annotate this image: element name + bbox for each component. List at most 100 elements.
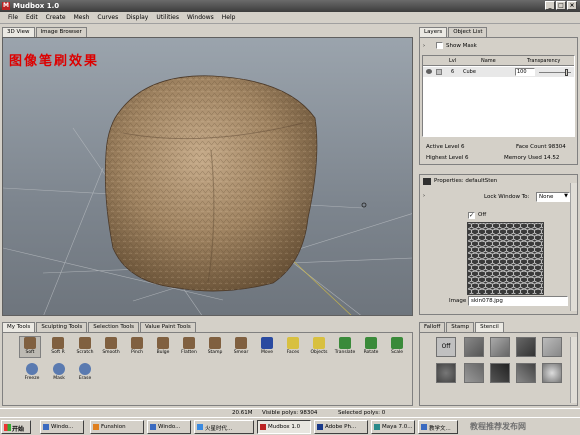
stencil-thumb[interactable] — [516, 363, 536, 383]
transparency-input[interactable]: 100 — [515, 68, 535, 76]
expand-arrow-icon[interactable]: › — [423, 43, 425, 49]
lock-window-label: Lock Window To: — [484, 194, 530, 200]
taskbar-item[interactable]: 教学文... — [418, 420, 458, 434]
funshion-icon — [93, 424, 99, 430]
tool-label: Smooth — [102, 350, 120, 355]
row-name[interactable]: Cube — [463, 69, 476, 75]
close-button[interactable]: × — [567, 1, 577, 10]
properties-scrollbar[interactable] — [570, 183, 577, 311]
layers-table-header: Lvl Name Transparency — [423, 56, 574, 66]
freeze-icon — [26, 363, 38, 375]
image-path-field[interactable]: skin078.jpg — [468, 296, 568, 306]
viewport-3d[interactable]: 图像笔刷效果 — [2, 37, 413, 316]
menu-create[interactable]: Create — [42, 12, 70, 23]
menu-help[interactable]: Help — [218, 12, 240, 23]
start-button[interactable]: 开始 — [1, 420, 31, 434]
tool-translate[interactable]: Translate — [334, 337, 356, 355]
tool-flatten[interactable]: Flatten — [178, 337, 200, 355]
tool-stamp[interactable]: Stamp — [204, 337, 226, 355]
stencil-thumb[interactable] — [516, 337, 536, 357]
minimize-button[interactable]: _ — [545, 1, 555, 10]
properties-panel: Properties: defaultSten › Lock Window To… — [419, 174, 578, 315]
menu-edit[interactable]: Edit — [22, 12, 42, 23]
show-mask-checkbox[interactable] — [436, 42, 443, 49]
tab-layers[interactable]: Layers — [419, 27, 448, 37]
tool-pinch[interactable]: Pinch — [126, 337, 148, 355]
taskbar-item[interactable]: 火星时代... — [194, 420, 254, 434]
stencil-thumb[interactable] — [542, 363, 562, 383]
title-bar: M Mudbox 1.0 _ □ × — [0, 0, 580, 12]
collapse-arrow-icon[interactable]: › — [423, 193, 425, 199]
taskbar-item[interactable]: Windo... — [40, 420, 84, 434]
stencil-scrollbar[interactable] — [570, 337, 577, 403]
tab-stencil[interactable]: Stencil — [475, 322, 504, 332]
tool-smear[interactable]: Smear — [230, 337, 252, 355]
menu-display[interactable]: Display — [122, 12, 152, 23]
highest-level: Highest Level 6 — [426, 155, 469, 161]
lock-window-dropdown[interactable]: None ▼ — [536, 192, 570, 202]
menu-utilities[interactable]: Utilities — [152, 12, 183, 23]
menu-windows[interactable]: Windows — [183, 12, 218, 23]
table-row[interactable]: 6 Cube 100 — [423, 67, 574, 77]
move-icon — [261, 337, 273, 349]
tool-label: Soft R — [51, 350, 65, 355]
tool-freeze[interactable]: Freeze — [21, 363, 43, 381]
tab-object-list[interactable]: Object List — [448, 27, 488, 37]
tab-3d-view[interactable]: 3D View — [2, 27, 35, 37]
tool-label: Pinch — [130, 350, 144, 355]
tab-stamp[interactable]: Stamp — [446, 322, 475, 332]
stencil-thumb[interactable] — [464, 337, 484, 357]
tool-label: Move — [260, 350, 274, 355]
tab-falloff[interactable]: Falloff — [419, 322, 446, 332]
stencil-thumb[interactable] — [464, 363, 484, 383]
stencil-thumb[interactable] — [490, 337, 510, 357]
tool-bulge[interactable]: Bulge — [152, 337, 174, 355]
tool-mask[interactable]: Mask — [48, 363, 70, 381]
tool-objects[interactable]: Objects — [308, 337, 330, 355]
tab-selection-tools[interactable]: Selection Tools — [88, 322, 139, 332]
photoshop-icon — [317, 424, 323, 430]
taskbar-item[interactable]: Funshion — [90, 420, 144, 434]
stencil-thumb[interactable] — [490, 363, 510, 383]
start-label: 开始 — [12, 426, 25, 433]
tool-move[interactable]: Move — [256, 337, 278, 355]
tool-scale[interactable]: Scale — [386, 337, 408, 355]
tool-erase[interactable]: Erase — [74, 363, 96, 381]
stencil-thumb[interactable] — [436, 363, 456, 383]
tool-faces[interactable]: Faces — [282, 337, 304, 355]
taskbar-item[interactable]: Windo... — [147, 420, 191, 434]
taskbar-item[interactable]: Adobe Ph... — [314, 420, 368, 434]
taskbar: 开始 Windo... Funshion Windo... 火星时代... Mu… — [0, 417, 580, 435]
taskbar-item[interactable]: Maya 7.0... — [371, 420, 415, 434]
menu-mesh[interactable]: Mesh — [70, 12, 94, 23]
tab-value-paint-tools[interactable]: Value Paint Tools — [139, 322, 196, 332]
menu-file[interactable]: File — [4, 12, 22, 23]
tool-soft[interactable]: Soft — [19, 336, 41, 358]
tool-rotate[interactable]: Rotate — [360, 337, 382, 355]
windows-logo-icon — [4, 424, 11, 431]
menu-curves[interactable]: Curves — [93, 12, 122, 23]
document-icon — [421, 424, 427, 430]
tool-scratch[interactable]: Scratch — [74, 337, 96, 355]
taskbar-item-label: Maya 7.0... — [382, 424, 413, 430]
row-level: 6 — [451, 69, 455, 75]
lock-icon[interactable] — [436, 69, 442, 75]
tab-image-browser[interactable]: Image Browser — [35, 27, 87, 37]
lock-window-value: None — [539, 194, 554, 200]
stencil-thumb[interactable] — [542, 337, 562, 357]
off-checkbox[interactable]: ✓ — [468, 212, 475, 219]
tab-sculpting-tools[interactable]: Sculpting Tools — [36, 322, 88, 332]
visibility-eye-icon[interactable] — [426, 69, 432, 74]
bulge-brush-icon — [157, 337, 169, 349]
taskbar-item-active[interactable]: Mudbox 1.0 — [257, 420, 311, 434]
stencil-off-button[interactable]: Off — [436, 337, 456, 357]
taskbar-item-label: 火星时代... — [205, 426, 233, 432]
maximize-button[interactable]: □ — [556, 1, 566, 10]
transparency-slider-handle[interactable] — [565, 69, 568, 76]
tab-my-tools[interactable]: My Tools — [2, 322, 36, 332]
tool-soft-r[interactable]: Soft R — [47, 337, 69, 355]
tool-label: Scratch — [76, 350, 94, 355]
tool-smooth[interactable]: Smooth — [100, 337, 122, 355]
tool-label: Mask — [53, 376, 65, 381]
stamp-brush-icon — [209, 337, 221, 349]
